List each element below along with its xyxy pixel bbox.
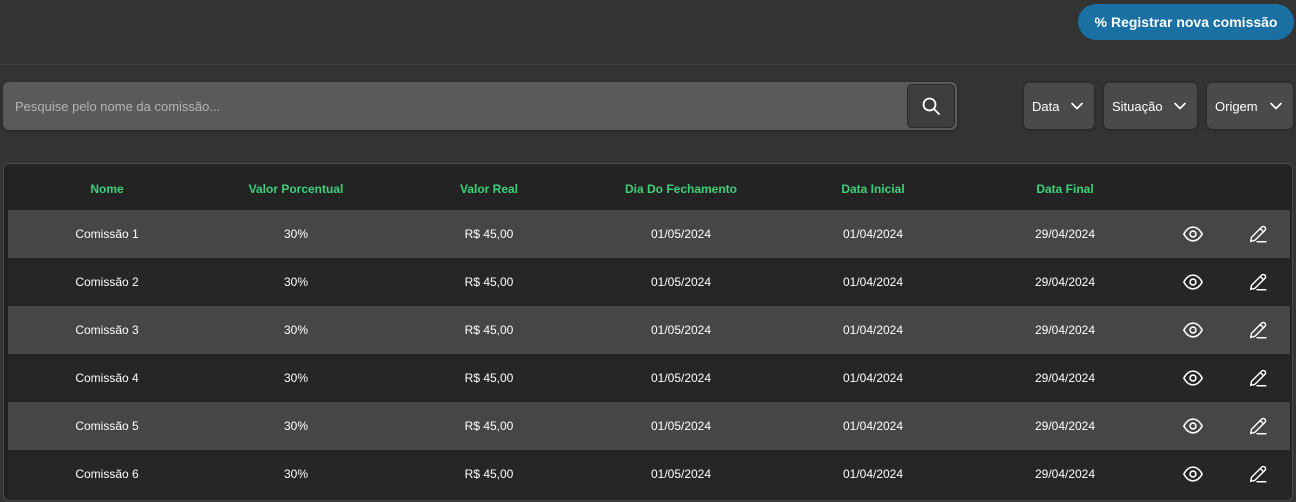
cell-data-final: 29/04/2024 [1034, 467, 1096, 481]
pencil-icon [1249, 273, 1267, 291]
cell-valor-porcentual: 30% [283, 371, 309, 385]
cell-data-final: 29/04/2024 [1034, 419, 1096, 433]
cell-dia-fechamento: 01/05/2024 [650, 467, 712, 481]
cell-valor-porcentual: 30% [283, 467, 309, 481]
table-row: Comissão 5 30% R$ 45,00 01/05/2024 01/04/202… [8, 402, 1290, 450]
commissions-table: Nome Valor Porcentual Valor Real Dia Do … [3, 163, 1293, 501]
column-header-valor-porcentual[interactable]: Valor Porcentual [249, 168, 344, 210]
eye-icon [1183, 370, 1203, 386]
filter-origem-label: Origem [1215, 98, 1258, 114]
cell-data-final: 29/04/2024 [1034, 323, 1096, 337]
search-icon [922, 97, 940, 115]
cell-dia-fechamento: 01/05/2024 [650, 323, 712, 337]
filter-situacao-label: Situação [1112, 98, 1163, 114]
cell-valor-porcentual: 30% [283, 323, 309, 337]
search-bar [3, 82, 957, 130]
cell-nome: Comissão 5 [75, 419, 139, 433]
edit-commission-button[interactable] [1246, 318, 1270, 342]
edit-commission-button[interactable] [1246, 414, 1270, 438]
cell-data-inicial: 01/04/2024 [842, 371, 904, 385]
view-commission-button[interactable] [1181, 414, 1205, 438]
cell-data-inicial: 01/04/2024 [842, 419, 904, 433]
pencil-icon [1249, 417, 1267, 435]
filter-situacao-dropdown[interactable]: Situação [1104, 83, 1197, 129]
cell-valor-real: R$ 45,00 [464, 323, 514, 337]
cell-valor-real: R$ 45,00 [464, 419, 514, 433]
cell-valor-real: R$ 45,00 [464, 467, 514, 481]
view-commission-button[interactable] [1181, 318, 1205, 342]
edit-commission-button[interactable] [1246, 270, 1270, 294]
eye-icon [1183, 418, 1203, 434]
chevron-down-icon [1174, 102, 1186, 110]
register-commission-label: Registrar nova comissão [1110, 14, 1278, 30]
cell-data-inicial: 01/04/2024 [842, 227, 904, 241]
chevron-down-icon [1071, 102, 1083, 110]
table-body: Comissão 1 30% R$ 45,00 01/05/2024 01/04/202… [8, 210, 1290, 498]
cell-dia-fechamento: 01/05/2024 [650, 419, 712, 433]
cell-data-inicial: 01/04/2024 [842, 323, 904, 337]
table-row: Comissão 6 30% R$ 45,00 01/05/2024 01/04/202… [8, 450, 1290, 498]
cell-valor-real: R$ 45,00 [464, 227, 514, 241]
pencil-icon [1249, 369, 1267, 387]
cell-dia-fechamento: 01/05/2024 [650, 275, 712, 289]
cell-nome: Comissão 1 [75, 227, 139, 241]
register-commission-button[interactable]: % Registrar nova comissão [1078, 4, 1294, 40]
cell-data-inicial: 01/04/2024 [842, 467, 904, 481]
column-header-nome[interactable]: Nome [90, 168, 123, 210]
cell-valor-real: R$ 45,00 [464, 275, 514, 289]
eye-icon [1183, 466, 1203, 482]
cell-data-final: 29/04/2024 [1034, 371, 1096, 385]
cell-nome: Comissão 3 [75, 323, 139, 337]
edit-commission-button[interactable] [1246, 462, 1270, 486]
cell-nome: Comissão 4 [75, 371, 139, 385]
search-input[interactable] [3, 82, 893, 130]
column-header-data-inicial[interactable]: Data Inicial [841, 168, 904, 210]
pencil-icon [1249, 225, 1267, 243]
cell-nome: Comissão 6 [75, 467, 139, 481]
column-header-valor-real[interactable]: Valor Real [460, 168, 518, 210]
filter-data-label: Data [1032, 98, 1060, 114]
view-commission-button[interactable] [1181, 222, 1205, 246]
table-row: Comissão 3 30% R$ 45,00 01/05/2024 01/04/202… [8, 306, 1290, 354]
cell-nome: Comissão 2 [75, 275, 139, 289]
cell-valor-porcentual: 30% [283, 419, 309, 433]
top-bar: % Registrar nova comissão [0, 0, 1296, 65]
cell-data-final: 29/04/2024 [1034, 227, 1096, 241]
view-commission-button[interactable] [1181, 366, 1205, 390]
filter-origem-dropdown[interactable]: Origem [1207, 83, 1293, 129]
column-header-dia-fechamento[interactable]: Dia Do Fechamento [625, 168, 737, 210]
cell-data-final: 29/04/2024 [1034, 275, 1096, 289]
column-header-data-final[interactable]: Data Final [1036, 168, 1093, 210]
cell-dia-fechamento: 01/05/2024 [650, 227, 712, 241]
table-row: Comissão 4 30% R$ 45,00 01/05/2024 01/04/202… [8, 354, 1290, 402]
cell-valor-real: R$ 45,00 [464, 371, 514, 385]
eye-icon [1183, 274, 1203, 290]
edit-commission-button[interactable] [1246, 366, 1270, 390]
filter-data-dropdown[interactable]: Data [1024, 83, 1094, 129]
pencil-icon [1249, 321, 1267, 339]
chevron-down-icon [1270, 102, 1282, 110]
table-header: Nome Valor Porcentual Valor Real Dia Do … [8, 168, 1290, 211]
view-commission-button[interactable] [1181, 462, 1205, 486]
cell-data-inicial: 01/04/2024 [842, 275, 904, 289]
pencil-icon [1249, 465, 1267, 483]
commissions-page: % Registrar nova comissão Data Situação … [0, 0, 1296, 502]
eye-icon [1183, 322, 1203, 338]
percent-icon: % [1094, 14, 1107, 30]
cell-dia-fechamento: 01/05/2024 [650, 371, 712, 385]
search-button[interactable] [907, 84, 955, 128]
table-row: Comissão 1 30% R$ 45,00 01/05/2024 01/04/202… [8, 210, 1290, 258]
eye-icon [1183, 226, 1203, 242]
cell-valor-porcentual: 30% [283, 275, 309, 289]
table-row: Comissão 2 30% R$ 45,00 01/05/2024 01/04/202… [8, 258, 1290, 306]
cell-valor-porcentual: 30% [283, 227, 309, 241]
edit-commission-button[interactable] [1246, 222, 1270, 246]
view-commission-button[interactable] [1181, 270, 1205, 294]
